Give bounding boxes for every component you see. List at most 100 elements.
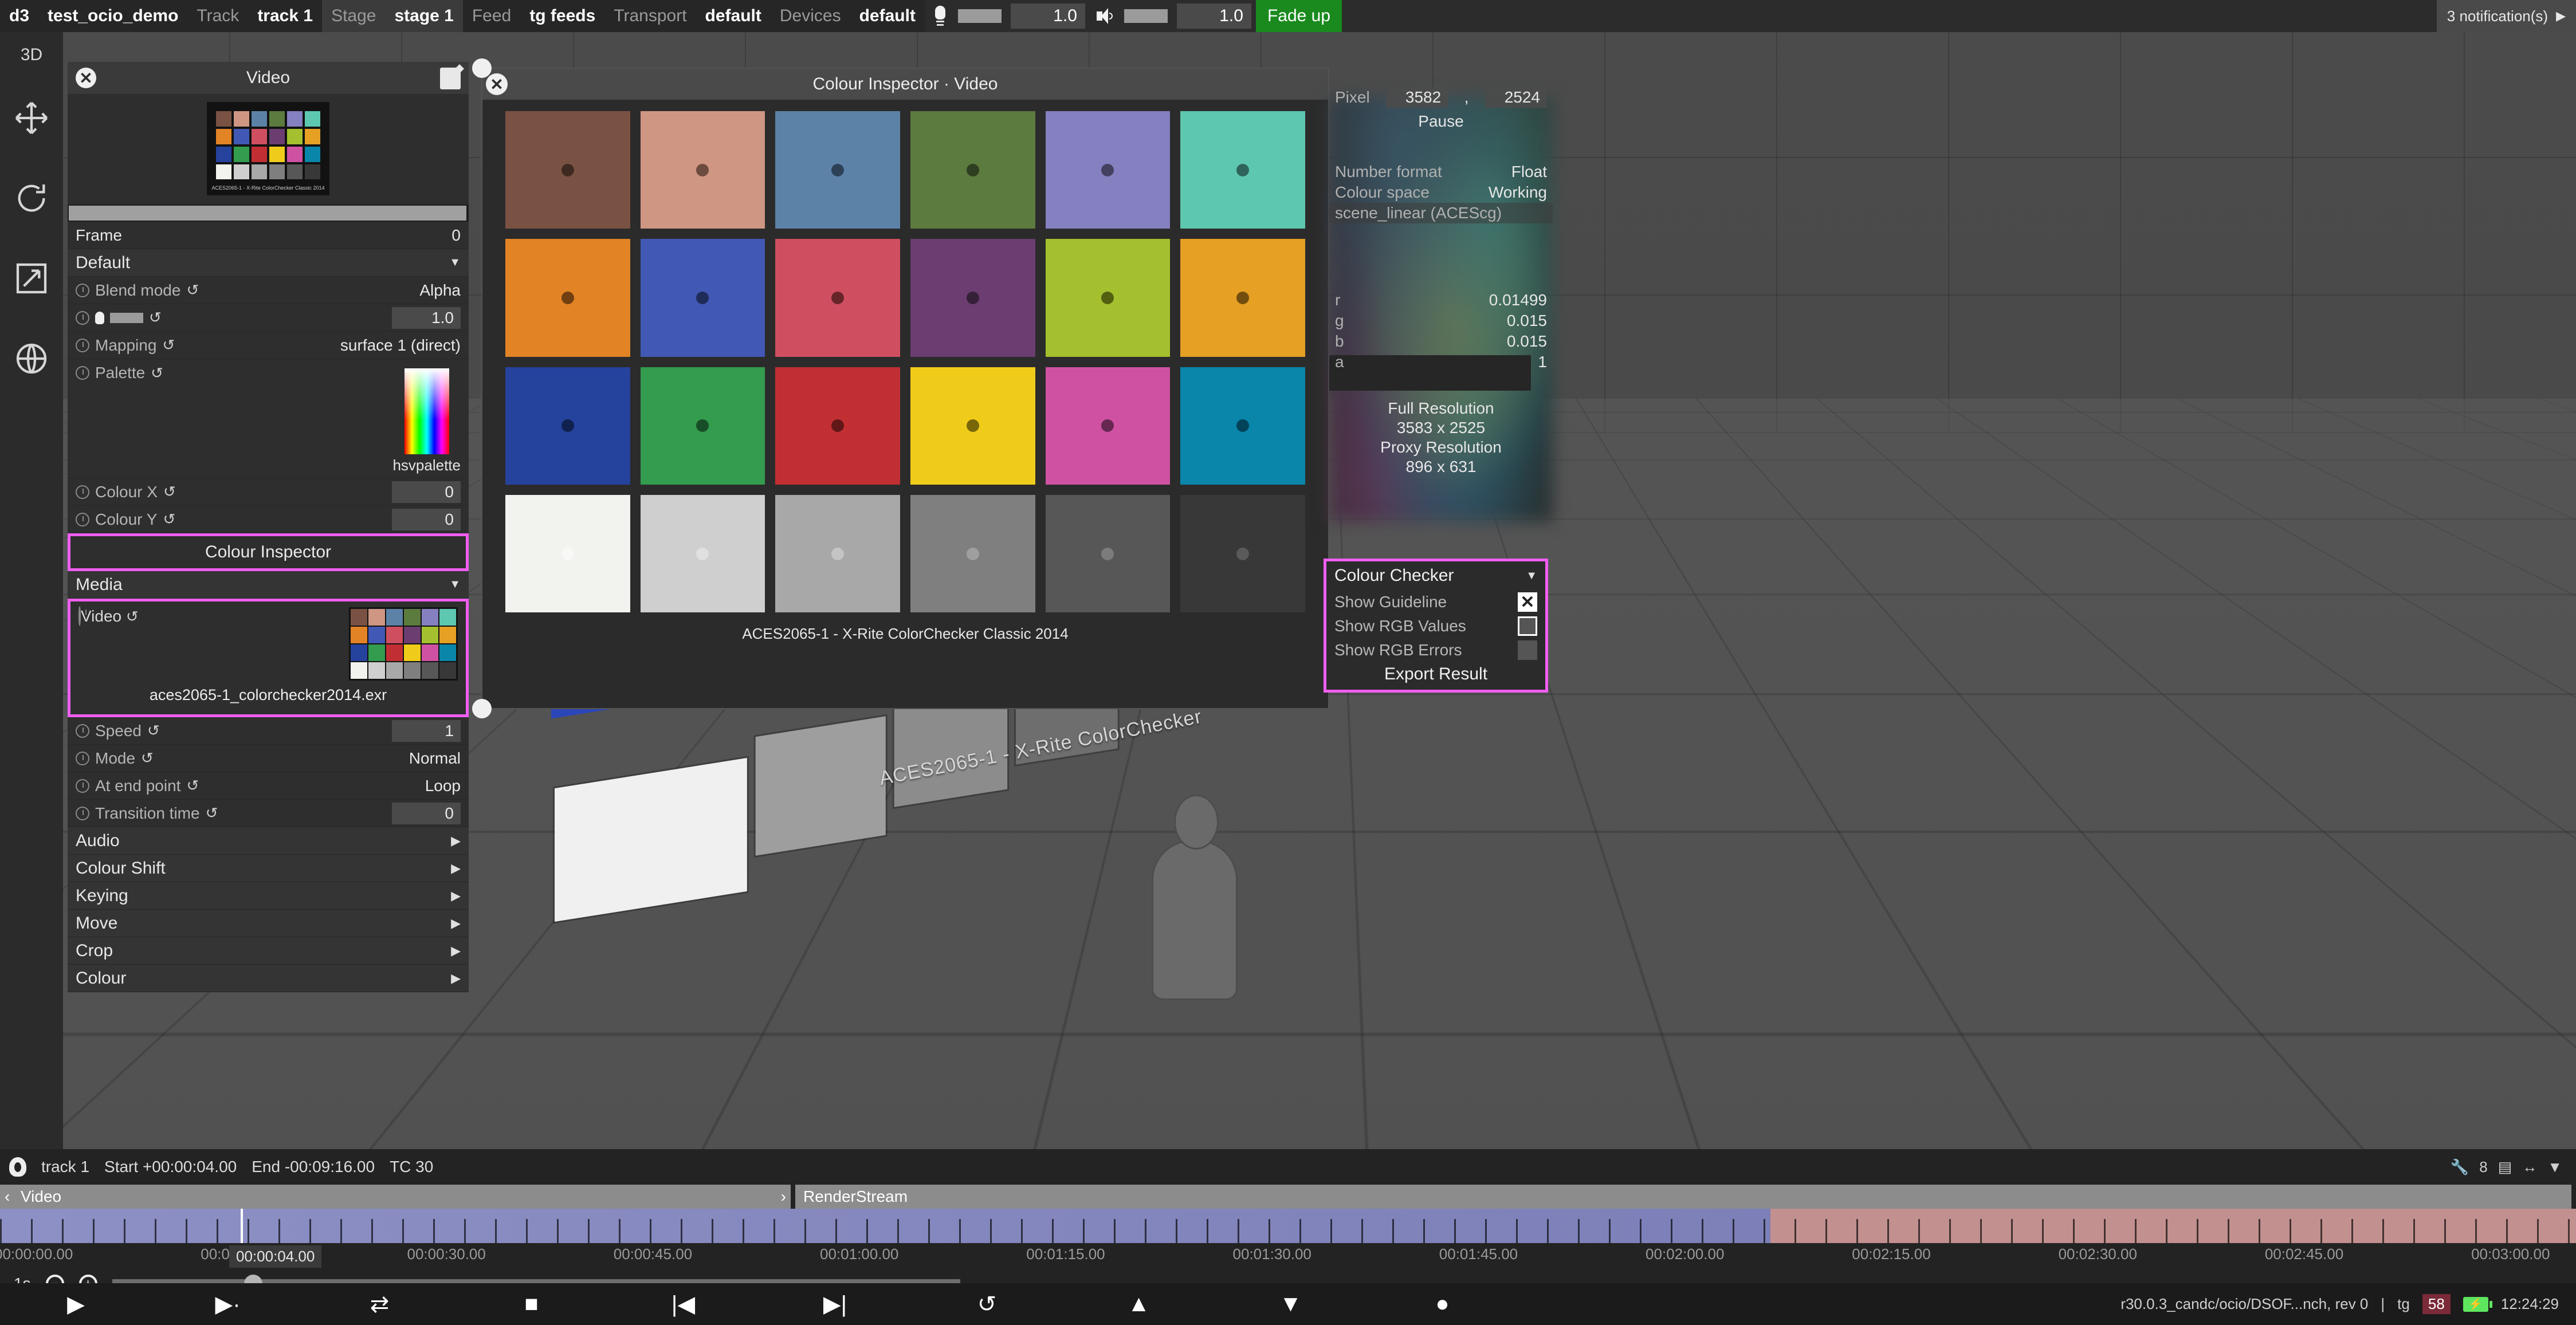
show-rgb-errors-row[interactable]: Show RGB Errors (1326, 638, 1545, 662)
keyframe-icon[interactable] (76, 284, 89, 297)
media-preview[interactable]: ACES2065-1 - X-Rite ColorChecker Classic… (68, 94, 469, 201)
end-point-row[interactable]: At end point ↺ Loop (68, 772, 469, 800)
brightness-value[interactable]: 1.0 (392, 307, 461, 329)
layer-renderstream[interactable]: RenderStream (795, 1185, 2571, 1209)
blend-mode-row[interactable]: Blend mode ↺ Alpha (68, 277, 469, 304)
timeline-track-name[interactable]: track 1 (41, 1158, 89, 1176)
colour-y-value[interactable]: 0 (392, 509, 461, 530)
colour-inspector-titlebar[interactable]: ✕ Colour Inspector · Video (482, 69, 1328, 100)
notifications-badge[interactable]: 3 notification(s) ▶ (2437, 0, 2576, 32)
transport-value[interactable]: default (696, 6, 771, 26)
brightness-value[interactable]: 1.0 (1011, 3, 1085, 29)
layer-prev-arrow[interactable]: ‹ (5, 1188, 10, 1206)
reset-icon[interactable]: ↺ (147, 722, 160, 740)
blend-mode-value[interactable]: Alpha (419, 281, 461, 300)
chevron-down-icon[interactable]: ▼ (1526, 569, 1537, 583)
reset-icon[interactable]: ↺ (163, 483, 176, 501)
keyframe-icon[interactable] (76, 366, 89, 380)
section-audio[interactable]: Audio▶ (68, 827, 469, 855)
layer-video[interactable]: ‹ Video › (0, 1185, 791, 1209)
mode-value[interactable]: Normal (409, 749, 461, 768)
close-icon[interactable]: ✕ (76, 68, 96, 88)
colour-checker-header[interactable]: Colour Checker ▼ (1326, 561, 1545, 590)
section-default[interactable]: Default ▼ (68, 249, 469, 277)
speed-row[interactable]: Speed ↺ 1 (68, 717, 469, 745)
mapping-row[interactable]: Mapping ↺ surface 1 (direct) (68, 332, 469, 359)
fade-up-button[interactable]: Fade up (1256, 0, 1342, 32)
stage-value[interactable]: stage 1 (385, 6, 462, 26)
arrows-icon[interactable]: ↔ (2522, 1158, 2537, 1176)
colour-space-row[interactable]: Colour space Working (1329, 182, 1553, 203)
media-scrollbar[interactable] (68, 205, 469, 222)
show-guideline-row[interactable]: Show Guideline ✕ (1326, 590, 1545, 614)
section-move[interactable]: Move▶ (68, 910, 469, 937)
timeline-start[interactable]: Start +00:00:04.00 (104, 1158, 237, 1176)
feed-value[interactable]: tg feeds (520, 6, 604, 26)
track-value[interactable]: track 1 (248, 6, 322, 26)
export-result-button[interactable]: Export Result (1326, 662, 1545, 690)
play-cue-button[interactable]: ▶· (152, 1291, 304, 1318)
timeline-end[interactable]: End -00:09:16.00 (252, 1158, 375, 1176)
section-colour-shift[interactable]: Colour Shift▶ (68, 855, 469, 882)
section-keying[interactable]: Keying▶ (68, 882, 469, 910)
pixel-x-value[interactable]: 3582 (1386, 87, 1448, 108)
timeline-tc[interactable]: TC 30 (390, 1158, 433, 1176)
record-button[interactable]: ● (1366, 1291, 1518, 1318)
colour-x-row[interactable]: Colour X ↺ 0 (68, 478, 469, 506)
section-colour[interactable]: Colour▶ (68, 965, 469, 992)
viewport-mode-label[interactable]: 3D (0, 32, 63, 78)
globe-tool-button[interactable] (0, 319, 63, 399)
play-button[interactable]: ▶ (0, 1291, 152, 1318)
reset-icon[interactable]: ↺ (141, 749, 154, 767)
reset-icon[interactable]: ↺ (206, 804, 218, 822)
rotate-tool-button[interactable] (0, 158, 63, 238)
loop-button[interactable]: ⇄ (304, 1291, 455, 1318)
section-crop[interactable]: Crop▶ (68, 937, 469, 965)
mode-row[interactable]: Mode ↺ Normal (68, 745, 469, 772)
frame-row[interactable]: Frame 0 (68, 222, 469, 249)
speed-value[interactable]: 1 (392, 720, 461, 742)
colour-inspector-window[interactable]: ✕ Colour Inspector · Video ACES2065-1 - … (481, 68, 1329, 709)
resize-handle-bl[interactable] (472, 699, 492, 718)
volume-value[interactable]: 1.0 (1177, 3, 1251, 29)
tg-value-badge[interactable]: 58 (2422, 1294, 2451, 1314)
mapping-value[interactable]: surface 1 (direct) (340, 336, 461, 355)
colour-checker-panel[interactable]: Colour Checker ▼ Show Guideline ✕ Show R… (1324, 559, 1548, 693)
brightness-slider[interactable] (110, 313, 143, 323)
show-guideline-checkbox[interactable]: ✕ (1518, 592, 1537, 612)
keyframe-icon[interactable] (76, 752, 89, 765)
pixel-y-value[interactable]: 2524 (1485, 87, 1547, 108)
wrench-icon[interactable]: 🔧 (2451, 1158, 2469, 1176)
keyframe-icon[interactable] (76, 311, 89, 325)
keyframe-icon[interactable] (76, 485, 89, 499)
layers-icon[interactable]: ▤ (2498, 1158, 2512, 1176)
playhead[interactable] (241, 1209, 243, 1243)
volume-slider[interactable] (1124, 9, 1168, 23)
keyframe-icon[interactable] (76, 724, 89, 738)
palette-row[interactable]: Palette ↺ hsvpalette (68, 359, 469, 478)
hsv-gradient[interactable] (405, 368, 449, 454)
colour-space-value[interactable]: Working (1489, 183, 1547, 202)
reset-icon[interactable]: ↺ (162, 336, 175, 354)
reset-icon[interactable]: ↺ (186, 777, 199, 795)
media-video-highlight[interactable]: Video ↺ aces2065-1_colorchecker2014.exr (68, 599, 469, 717)
number-format-value[interactable]: Float (1511, 163, 1547, 181)
transition-time-value[interactable]: 0 (392, 803, 461, 824)
media-scrollbar-thumb[interactable] (69, 206, 466, 221)
frame-value[interactable]: 0 (451, 226, 461, 245)
move-tool-button[interactable] (0, 78, 63, 158)
reset-icon[interactable]: ↺ (151, 364, 163, 382)
keyframe-icon[interactable] (76, 779, 89, 793)
keyframe-icon[interactable] (76, 807, 89, 820)
stop-button[interactable]: ■ (455, 1291, 607, 1318)
media-video-block[interactable]: Video ↺ aces2065-1_colorchecker2014.exr (70, 601, 466, 714)
pause-button[interactable]: Pause (1329, 109, 1553, 131)
colour-x-value[interactable]: 0 (392, 481, 461, 503)
up-button[interactable]: ▲ (1063, 1291, 1215, 1318)
colour-inspector-button-wrap[interactable]: Colour Inspector (68, 533, 469, 571)
project-name[interactable]: test_ocio_demo (38, 6, 187, 26)
reset-icon[interactable]: ↺ (186, 281, 199, 299)
close-icon[interactable]: ✕ (486, 73, 508, 95)
devices-value[interactable]: default (850, 6, 925, 26)
scale-tool-button[interactable] (0, 238, 63, 319)
